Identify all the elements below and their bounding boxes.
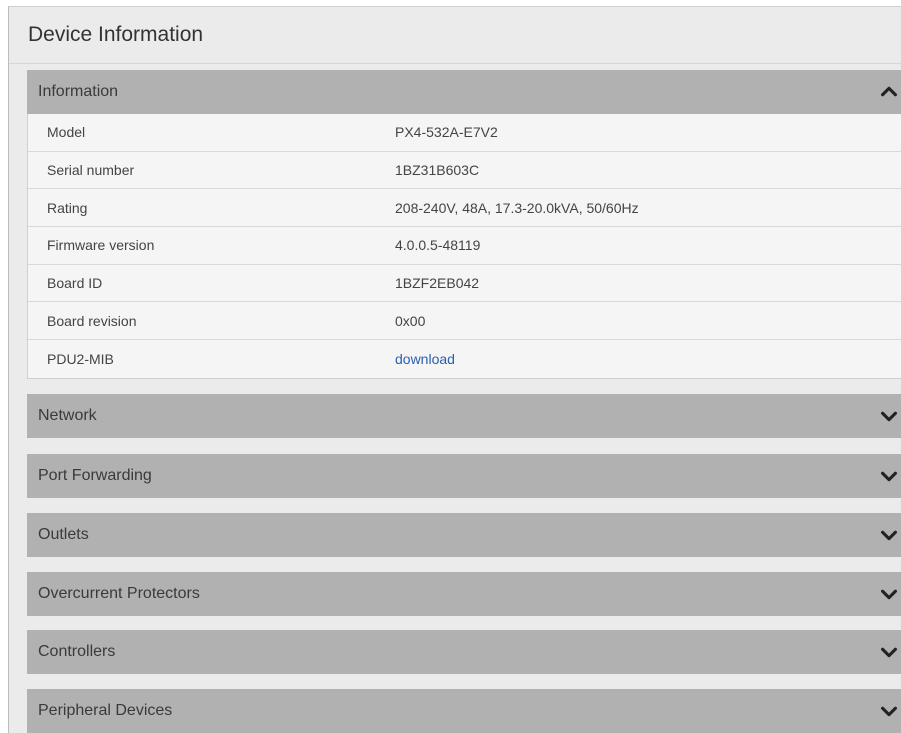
row-key: Firmware version — [47, 237, 155, 254]
row-key: Model — [47, 124, 86, 141]
outlets-header[interactable]: Outlets — [27, 513, 901, 557]
row-value: 1BZ31B603C — [395, 162, 480, 179]
row-value: PX4-532A-E7V2 — [395, 124, 498, 141]
row-value: 208-240V, 48A, 17.3-20.0kVA, 50/60Hz — [395, 199, 639, 216]
information-header-label: Information — [38, 83, 119, 100]
table-row-rating: Rating 208-240V, 48A, 17.3-20.0kVA, 50/6… — [28, 189, 901, 228]
peripheral-devices-header[interactable]: Peripheral Devices — [27, 689, 901, 733]
peripheral-devices-section: Peripheral Devices — [27, 689, 901, 733]
information-header[interactable]: Information — [27, 70, 901, 114]
chevron-down-icon[interactable] — [878, 465, 900, 487]
network-section: Network — [27, 394, 901, 438]
row-key: Board ID — [47, 275, 103, 292]
chevron-up-icon[interactable] — [878, 81, 900, 103]
controllers-section: Controllers — [27, 630, 901, 674]
table-row-pdu2-mib: PDU2-MIB download — [28, 340, 901, 378]
table-row-board-revision: Board revision 0x00 — [28, 302, 901, 341]
table-row-board-id: Board ID 1BZF2EB042 — [28, 265, 901, 303]
table-row-firmware-version: Firmware version 4.0.0.5-48119 — [28, 227, 901, 265]
information-section: Information Model PX4-532A-E7V2 Serial n… — [27, 70, 901, 379]
section-header-label: Overcurrent Protectors — [38, 585, 200, 602]
section-header-label: Port Forwarding — [38, 467, 152, 484]
overcurrent-protectors-section: Overcurrent Protectors — [27, 572, 901, 616]
information-table: Model PX4-532A-E7V2 Serial number 1BZ31B… — [27, 114, 901, 379]
row-key: Rating — [47, 199, 88, 216]
row-key: Serial number — [47, 162, 135, 179]
row-key: Board revision — [47, 312, 137, 329]
row-value: 4.0.0.5-48119 — [395, 237, 481, 254]
network-header[interactable]: Network — [27, 394, 901, 438]
chevron-down-icon[interactable] — [878, 405, 900, 427]
panel-title: Device Information — [9, 7, 901, 64]
controllers-header[interactable]: Controllers — [27, 630, 901, 674]
section-header-label: Peripheral Devices — [38, 702, 173, 719]
port-forwarding-section: Port Forwarding — [27, 454, 901, 498]
row-key: PDU2-MIB — [47, 350, 114, 367]
port-forwarding-header[interactable]: Port Forwarding — [27, 454, 901, 498]
chevron-down-icon[interactable] — [878, 700, 900, 722]
row-value: 1BZF2EB042 — [395, 275, 480, 292]
table-row-model: Model PX4-532A-E7V2 — [28, 114, 901, 152]
chevron-down-icon[interactable] — [878, 641, 900, 663]
mib-download-link[interactable]: download — [395, 351, 455, 367]
table-row-serial-number: Serial number 1BZ31B603C — [28, 152, 901, 190]
outlets-section: Outlets — [27, 513, 901, 557]
section-header-label: Outlets — [38, 526, 89, 543]
section-header-label: Network — [38, 407, 97, 424]
row-value: 0x00 — [395, 312, 426, 329]
section-header-label: Controllers — [38, 643, 116, 660]
chevron-down-icon[interactable] — [878, 583, 900, 605]
device-information-panel: Device Information Information Model PX4… — [8, 6, 901, 733]
chevron-down-icon[interactable] — [878, 524, 900, 546]
overcurrent-protectors-header[interactable]: Overcurrent Protectors — [27, 572, 901, 616]
